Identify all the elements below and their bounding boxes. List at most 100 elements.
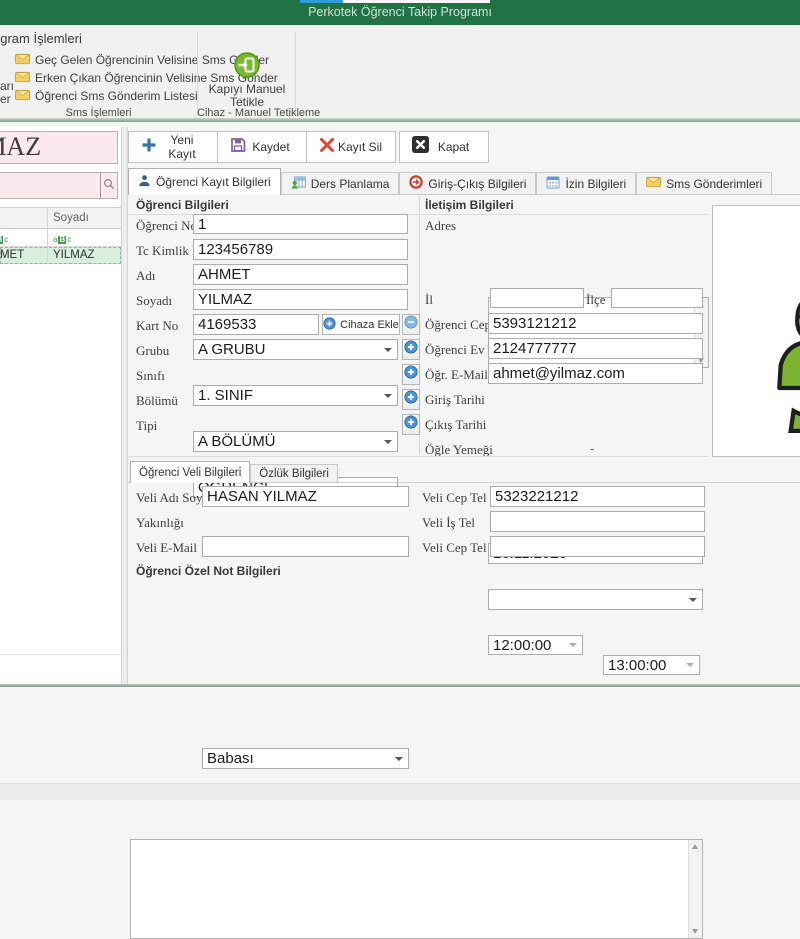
- form-bottom-edge: [0, 684, 800, 687]
- spinner-down-icon: [686, 663, 694, 667]
- cihaza-ekle-button[interactable]: Cihaza Ekle: [322, 314, 400, 335]
- giris-tarihi-label: Giriş Tarihi: [425, 392, 485, 408]
- cikis-tarihi-label: Çıkış Tarihi: [425, 417, 486, 433]
- search-icon: [103, 177, 115, 195]
- envelope-icon: [646, 176, 661, 191]
- sinifi-add-button[interactable]: [402, 364, 420, 385]
- ribbon-group-separator: [197, 32, 198, 116]
- abc-filter-icon: aBc: [0, 236, 8, 244]
- grubu-combo[interactable]: A GRUBU: [193, 339, 398, 360]
- lunch-end-spinner[interactable]: 13:00:00: [603, 655, 700, 675]
- grid-cell-soyadi: YILMAZ: [48, 247, 121, 263]
- ogrenci-cep-tel-field[interactable]: 5393121212: [488, 313, 703, 334]
- ribbon-item-sms-gonderim-listesi[interactable]: Öğrenci Sms Gönderim Listesi: [15, 88, 198, 104]
- tab-label: Giriş-Çıkış Bilgileri: [428, 177, 526, 191]
- soyadi-field[interactable]: YILMAZ: [193, 289, 408, 310]
- top-edge-blue-strip: [300, 0, 343, 3]
- cihaza-ekle-label: Cihaza Ekle: [340, 319, 399, 331]
- new-record-button[interactable]: Yeni Kayıt: [128, 131, 218, 163]
- ribbon-group-separator: [295, 32, 296, 116]
- tab-izin-bilgileri[interactable]: İzin Bilgileri: [536, 172, 636, 195]
- chevron-down-icon: [384, 394, 392, 398]
- envelope-icon: [15, 71, 30, 86]
- red-x-icon: [319, 137, 335, 158]
- cikis-tarihi-picker[interactable]: [488, 589, 703, 610]
- plus-circle-icon: [404, 365, 418, 384]
- grid-filter-row[interactable]: aBc aBc: [0, 229, 121, 247]
- veli-adi-soyadi-field[interactable]: HASAN YILMAZ: [202, 486, 409, 507]
- plus-circle-icon: [323, 317, 336, 333]
- grubu-add-button[interactable]: [402, 339, 420, 360]
- selected-student-name: YILMAZ: [0, 132, 41, 162]
- kart-remove-button[interactable]: [402, 314, 420, 335]
- scroll-down-icon[interactable]: [692, 929, 698, 934]
- schedule-table-icon: [291, 175, 306, 192]
- bolumu-combo[interactable]: A BÖLÜMÜ: [193, 431, 398, 452]
- delete-label: Kayıt Sil: [335, 140, 395, 154]
- veli-cep-tel2-field[interactable]: [490, 536, 705, 557]
- tipi-add-button[interactable]: [402, 414, 420, 435]
- veli-tab-strip: Öğrenci Veli Bilgileri Özlük Bilgileri: [130, 461, 338, 483]
- student-photo-box[interactable]: [712, 205, 800, 457]
- tc-kimlik-field[interactable]: 123456789: [193, 239, 408, 260]
- tab-giris-cikis-bilgileri[interactable]: Giriş-Çıkış Bilgileri: [399, 172, 536, 195]
- ribbon-button-label: Kapıyı Manuel Tetikle: [205, 83, 289, 109]
- adi-field[interactable]: AHMET: [193, 264, 408, 285]
- tab-ozluk-bilgileri[interactable]: Özlük Bilgileri: [250, 464, 338, 483]
- yakinligi-combo[interactable]: Babası: [202, 748, 409, 769]
- sinifi-combo[interactable]: 1. SINIF: [193, 385, 398, 406]
- adres-label: Adres: [425, 218, 456, 234]
- ribbon-button-kapiyi-manuel-tetikle[interactable]: Kapıyı Manuel Tetikle: [205, 52, 289, 109]
- delete-record-button[interactable]: Kayıt Sil: [306, 131, 396, 163]
- scrollbar[interactable]: [688, 840, 702, 938]
- veli-cep-tel2-label: Veli Cep Tel 2: [422, 540, 496, 556]
- close-button[interactable]: Kapat: [399, 131, 489, 163]
- tab-ogrenci-veli-bilgileri[interactable]: Öğrenci Veli Bilgileri: [130, 461, 250, 483]
- scroll-up-icon[interactable]: [692, 844, 698, 849]
- ogr-email-field[interactable]: ahmet@yilmaz.com: [488, 363, 703, 384]
- window-title: Perkotek Öğrenci Takip Programı: [0, 0, 800, 25]
- chevron-down-icon: [384, 348, 392, 352]
- grid-header-row[interactable]: Soyadı: [0, 207, 121, 229]
- ogr-email-label: Öğr. E-Mail: [425, 367, 488, 383]
- ribbon-tab-program-islemleri[interactable]: Program İşlemleri: [0, 31, 82, 46]
- kart-no-field[interactable]: 4169533: [193, 314, 319, 335]
- search-button[interactable]: [100, 173, 117, 198]
- top-edge-white-strip: [343, 0, 490, 3]
- grid-header-soyadi[interactable]: Soyadı: [48, 208, 121, 228]
- il-field[interactable]: [490, 288, 584, 308]
- contact-group-caption: İletişim Bilgileri: [425, 198, 514, 212]
- tab-ders-planlama[interactable]: Ders Planlama: [281, 172, 400, 195]
- tab-label: Öğrenci Kayıt Bilgileri: [156, 175, 271, 189]
- student-search-box[interactable]: [0, 172, 118, 199]
- ogrenci-no-field[interactable]: 1: [193, 214, 408, 234]
- lunch-start-spinner[interactable]: 12:00:00: [488, 635, 583, 655]
- ribbon-edge-fragment-2: er: [0, 92, 11, 106]
- door-trigger-icon: [234, 65, 260, 82]
- veli-is-tel-field[interactable]: [490, 511, 705, 532]
- bolumu-add-button[interactable]: [402, 389, 420, 410]
- tab-sms-gonderimleri[interactable]: Sms Gönderimleri: [636, 172, 772, 195]
- ogrenci-ev-tel-field[interactable]: 2124777777: [488, 338, 703, 359]
- save-button[interactable]: Kaydet: [217, 131, 307, 163]
- chevron-down-icon: [689, 598, 697, 602]
- spinner-down-icon: [569, 643, 577, 647]
- yakinligi-label: Yakınlığı: [136, 515, 184, 531]
- envelope-icon: [15, 53, 30, 68]
- contact-group-caption-band: İletişim Bilgileri: [421, 196, 708, 215]
- grid-selected-row[interactable]: AHMET YILMAZ: [0, 247, 121, 264]
- veli-cep-tel-field[interactable]: 5323221212: [490, 486, 705, 507]
- ribbon-item-label: Öğrenci Sms Gönderim Listesi: [35, 89, 198, 103]
- title-bar: Perkotek Öğrenci Takip Programı: [0, 0, 800, 25]
- ilce-field[interactable]: [611, 288, 703, 308]
- panel-splitter[interactable]: [121, 127, 128, 684]
- tab-ogrenci-kayit-bilgileri[interactable]: Öğrenci Kayıt Bilgileri: [128, 168, 281, 195]
- student-group-caption: Öğrenci Bilgileri: [136, 198, 229, 212]
- floppy-icon: [230, 137, 246, 158]
- abc-filter-icon: aBc: [53, 236, 71, 244]
- veli-email-field[interactable]: [202, 536, 409, 557]
- tab-label: Ders Planlama: [311, 177, 390, 191]
- note-textarea[interactable]: [130, 839, 703, 939]
- grid-header-adi[interactable]: [0, 208, 48, 228]
- bolumu-label: Bölümü: [136, 393, 178, 409]
